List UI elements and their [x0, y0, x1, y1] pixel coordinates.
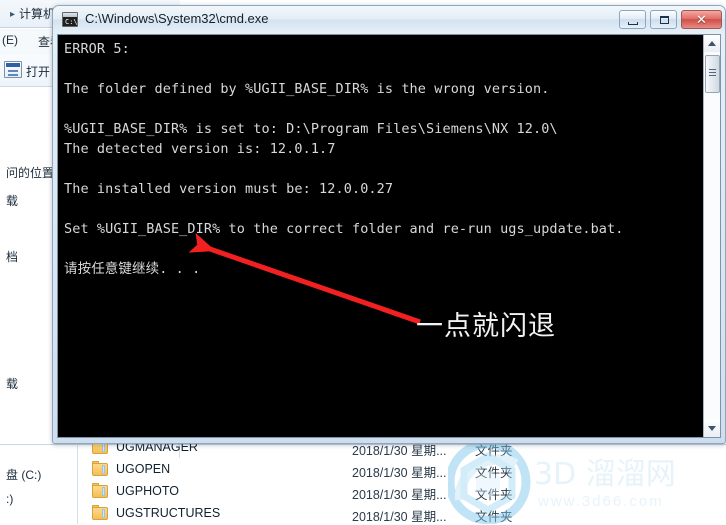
file-date: 2018/1/30 星期...: [352, 466, 447, 480]
nav-item-downloads-2[interactable]: 载: [6, 375, 18, 392]
folder-icon: [92, 505, 108, 520]
nav-item-local-disk-d[interactable]: :): [6, 492, 13, 506]
nav-item-recent-places[interactable]: 问的位置: [6, 164, 54, 181]
menu-item-edit[interactable]: (E): [2, 33, 18, 47]
breadcrumb-item-computer[interactable]: 计算机: [19, 7, 55, 21]
folder-icon: [92, 483, 108, 498]
annotation-label: 一点就闪退: [416, 311, 556, 342]
folder-icon: [92, 461, 108, 476]
pane-splitter[interactable]: [77, 443, 78, 524]
file-date: 2018/1/30 星期...: [352, 510, 447, 524]
file-type: 文件夹: [475, 466, 513, 480]
close-button[interactable]: ✕: [681, 10, 722, 29]
title-bar[interactable]: C:\ C:\Windows\System32\cmd.exe ✕: [53, 6, 725, 33]
nav-item-documents[interactable]: 档: [6, 248, 18, 265]
caret-down-icon: [708, 426, 716, 431]
file-type: 文件夹: [475, 488, 513, 502]
console-output-area[interactable]: ERROR 5: The folder defined by %UGII_BAS…: [57, 34, 721, 438]
scroll-down-button[interactable]: [704, 420, 720, 437]
file-name: UGOPEN: [116, 462, 171, 476]
cmd-window[interactable]: C:\ C:\Windows\System32\cmd.exe ✕ ERROR …: [52, 5, 726, 444]
vertical-scrollbar[interactable]: [703, 35, 720, 437]
file-name: UGPHOTO: [116, 484, 179, 498]
table-row[interactable]: UGSTRUCTURES 2018/1/30 星期... 文件夹: [80, 503, 726, 525]
breadcrumb[interactable]: ▸ 计算机: [10, 5, 55, 22]
close-icon: ✕: [696, 12, 707, 27]
scrollbar-thumb[interactable]: [705, 55, 720, 93]
table-row[interactable]: UGOPEN 2018/1/30 星期... 文件夹: [80, 459, 726, 481]
file-type: 文件夹: [475, 510, 513, 524]
console-text: ERROR 5: The folder defined by %UGII_BAS…: [64, 41, 624, 277]
minimize-button[interactable]: [619, 10, 646, 29]
open-file-icon: [4, 61, 22, 78]
scroll-up-button[interactable]: [704, 35, 720, 52]
minimize-icon: [628, 22, 638, 25]
cmd-console-icon: C:\: [62, 12, 78, 27]
table-row[interactable]: UGPHOTO 2018/1/30 星期... 文件夹: [80, 481, 726, 503]
maximize-button[interactable]: [650, 10, 677, 29]
scrollbar-track[interactable]: [704, 52, 720, 420]
open-button[interactable]: 打开: [26, 63, 50, 80]
file-name: UGSTRUCTURES: [116, 506, 221, 520]
window-title: C:\Windows\System32\cmd.exe: [85, 11, 269, 26]
file-date: 2018/1/30 星期...: [352, 488, 447, 502]
caret-up-icon: [708, 41, 716, 46]
maximize-icon: [660, 16, 669, 24]
nav-item-downloads[interactable]: 载: [6, 192, 18, 209]
nav-item-local-disk-c[interactable]: 盘 (C:): [6, 466, 41, 483]
grip-icon: [709, 69, 716, 70]
chevron-right-icon: ▸: [10, 9, 16, 20]
